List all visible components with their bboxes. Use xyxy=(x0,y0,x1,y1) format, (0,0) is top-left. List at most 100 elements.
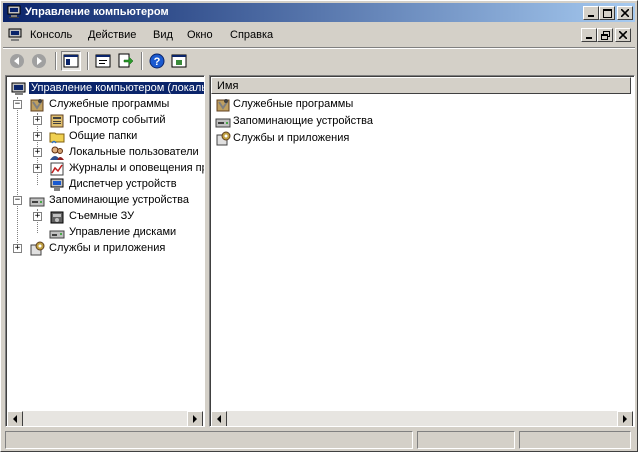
mdi-restore-button[interactable] xyxy=(597,28,613,42)
tree-item-disk-management[interactable]: Управление дисками xyxy=(33,225,203,241)
maximize-button[interactable] xyxy=(599,6,615,20)
expand-toggle[interactable]: + xyxy=(33,132,42,141)
export-list-button[interactable] xyxy=(115,51,135,71)
arrow-left-icon xyxy=(217,415,221,423)
column-header-name[interactable]: Имя xyxy=(211,77,631,94)
forward-button[interactable] xyxy=(29,51,49,71)
minimize-icon xyxy=(588,15,594,17)
toolbar-separator xyxy=(87,52,89,70)
back-button[interactable] xyxy=(7,51,27,71)
mdi-minimize-button[interactable] xyxy=(581,28,597,42)
list-item-label: Служебные программы xyxy=(233,98,354,110)
scroll-left-button[interactable] xyxy=(211,411,227,426)
close-icon xyxy=(621,9,629,17)
menu-help[interactable]: Справка xyxy=(230,29,273,41)
new-window-icon xyxy=(171,54,187,68)
expand-toggle[interactable]: + xyxy=(33,212,42,221)
tree-item-removable-storage[interactable]: + Съемные ЗУ xyxy=(33,209,203,225)
storage-icon xyxy=(215,114,231,130)
tree-item-system-tools[interactable]: − Служебные программы xyxy=(13,97,203,113)
window-title: Управление компьютером xyxy=(25,6,169,18)
arrow-left-icon xyxy=(13,415,17,423)
scroll-right-button[interactable] xyxy=(617,411,633,426)
help-icon: ? xyxy=(149,53,165,69)
tree-label: Запоминающие устройства xyxy=(49,194,190,206)
status-panel-2 xyxy=(417,431,515,449)
tree-root-label: Управление компьютером (локаль xyxy=(29,82,204,94)
tree-item-device-manager[interactable]: Диспетчер устройств xyxy=(33,177,203,193)
help-button[interactable]: ? xyxy=(147,51,167,71)
system-tools-icon xyxy=(29,97,45,113)
scroll-left-button[interactable] xyxy=(7,411,23,426)
show-hide-tree-button[interactable] xyxy=(61,51,81,71)
new-window-button[interactable] xyxy=(169,51,189,71)
tree-label: Службы и приложения xyxy=(49,242,166,254)
console-document-icon[interactable] xyxy=(7,28,23,42)
device-manager-icon xyxy=(49,177,65,193)
tree-item-event-viewer[interactable]: + Просмотр событий xyxy=(33,113,203,129)
mdi-close-button[interactable] xyxy=(615,28,631,42)
services-applications-icon xyxy=(29,241,45,257)
menu-bar: Консоль Действие Вид Окно Справка xyxy=(3,24,635,46)
menu-action[interactable]: Действие xyxy=(88,29,136,41)
tree-label: Съемные ЗУ xyxy=(69,210,135,222)
system-tools-icon xyxy=(215,97,231,113)
tree-item-storage[interactable]: − Запоминающие устройства xyxy=(13,193,203,209)
tree-label: Управление дисками xyxy=(69,226,177,238)
tree-item-performance-logs[interactable]: + Журналы и оповещения пр xyxy=(33,161,204,177)
tree-pane[interactable]: Управление компьютером (локаль − Служебн… xyxy=(5,75,205,427)
tree-horizontal-scrollbar[interactable] xyxy=(7,411,203,426)
close-button[interactable] xyxy=(617,6,633,20)
title-bar[interactable]: Управление компьютером xyxy=(3,3,635,22)
export-list-icon xyxy=(118,53,133,68)
menu-window[interactable]: Окно xyxy=(187,29,213,41)
expand-toggle[interactable]: + xyxy=(13,244,22,253)
disk-management-icon xyxy=(49,225,65,241)
tree-label: Журналы и оповещения пр xyxy=(69,162,204,174)
show-hide-tree-icon xyxy=(63,54,79,68)
arrow-right-icon xyxy=(193,415,197,423)
toolbar-separator xyxy=(55,52,57,70)
menu-view[interactable]: Вид xyxy=(153,29,173,41)
removable-storage-icon xyxy=(49,209,65,225)
expand-toggle[interactable]: + xyxy=(33,116,42,125)
back-icon xyxy=(10,54,24,68)
tree-view: Управление компьютером (локаль − Служебн… xyxy=(6,76,204,426)
tree-label: Диспетчер устройств xyxy=(69,178,177,190)
properties-button[interactable] xyxy=(93,51,113,71)
expand-toggle[interactable]: + xyxy=(33,164,42,173)
toolbar: ? xyxy=(3,49,635,73)
minimize-button[interactable] xyxy=(583,6,599,20)
collapse-toggle[interactable]: − xyxy=(13,196,22,205)
tree-item-shared-folders[interactable]: + Общие папки xyxy=(33,129,203,145)
status-bar xyxy=(3,430,635,450)
computer-management-icon xyxy=(6,5,22,19)
forward-icon xyxy=(32,54,46,68)
tree-item-local-users[interactable]: + Локальные пользователи xyxy=(33,145,203,161)
column-header-label: Имя xyxy=(217,80,239,92)
column-header-bar: Имя xyxy=(211,77,634,94)
services-applications-icon xyxy=(215,131,231,147)
list-view: Имя Служебные программы Запоминающие уст… xyxy=(210,76,634,426)
close-icon xyxy=(619,31,627,39)
minimize-icon xyxy=(586,37,592,39)
svg-text:?: ? xyxy=(154,56,161,68)
storage-icon xyxy=(29,193,45,209)
restore-icon xyxy=(600,30,610,40)
properties-icon xyxy=(95,54,111,68)
tree-connector xyxy=(17,97,18,249)
computer-management-window: Управление компьютером Консоль Действие … xyxy=(0,0,638,452)
users-icon xyxy=(49,145,65,161)
event-viewer-icon xyxy=(49,113,65,129)
list-item-label: Запоминающие устройства xyxy=(233,115,374,127)
expand-toggle[interactable]: + xyxy=(33,148,42,157)
list-horizontal-scrollbar[interactable] xyxy=(211,411,633,426)
list-item-label: Службы и приложения xyxy=(233,132,350,144)
collapse-toggle[interactable]: − xyxy=(13,100,22,109)
list-pane[interactable]: Имя Служебные программы Запоминающие уст… xyxy=(209,75,635,427)
maximize-icon xyxy=(602,8,612,18)
tree-label: Просмотр событий xyxy=(69,114,166,126)
menu-console[interactable]: Консоль xyxy=(30,29,72,41)
scroll-right-button[interactable] xyxy=(187,411,203,426)
tree-item-services-apps[interactable]: + Службы и приложения xyxy=(13,241,203,257)
